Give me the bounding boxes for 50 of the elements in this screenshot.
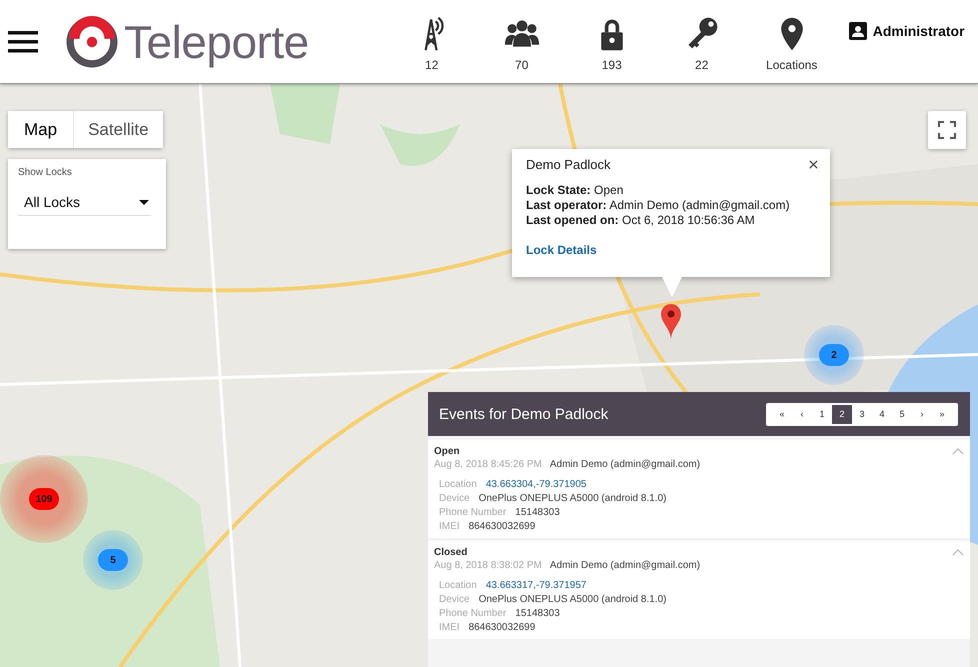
- locks-select[interactable]: All Locks: [18, 194, 151, 216]
- popup-detail: Last operator: Admin Demo (admin@gmail.com): [526, 198, 790, 212]
- field-value: OnePlus ONEPLUS A5000 (android 8.1.0): [478, 594, 666, 605]
- field-label: Location: [439, 580, 477, 591]
- stat-label: 22: [695, 58, 708, 72]
- event-title: Closed: [434, 547, 468, 558]
- map-type-tab[interactable]: Map: [8, 111, 74, 148]
- popup-detail: Last opened on: Oct 6, 2018 10:56:36 AM: [526, 213, 756, 227]
- popup-title: Demo Padlock: [526, 157, 611, 172]
- page-button[interactable]: 2: [832, 404, 852, 424]
- close-icon[interactable]: [809, 160, 818, 169]
- logo-icon: [66, 16, 118, 68]
- field-value: 15148303: [515, 608, 560, 619]
- brand-name: Teleporte: [124, 14, 309, 68]
- menu-icon[interactable]: [8, 30, 38, 52]
- fullscreen-icon: [938, 121, 956, 139]
- caret-icon: [139, 200, 149, 204]
- event-time: Aug 8, 2018 8:45:26 PM: [434, 459, 542, 470]
- filter-label: Show Locks: [18, 167, 73, 178]
- stat-label: 12: [425, 58, 438, 72]
- location-link[interactable]: 43.663317,-79.371957: [486, 580, 586, 591]
- stat-label: 193: [602, 58, 622, 72]
- field-label: Device: [439, 493, 470, 504]
- map-type-tab[interactable]: Satellite: [74, 111, 163, 148]
- cluster-marker[interactable]: 5: [83, 530, 143, 590]
- cluster-marker[interactable]: 109: [0, 455, 88, 543]
- lock-details-link[interactable]: Lock Details: [526, 243, 597, 257]
- field-label: Device: [439, 594, 470, 605]
- location-link[interactable]: 43.663304,-79.371905: [486, 479, 586, 490]
- popup-detail: Lock State: Open: [526, 183, 624, 197]
- event-time: Aug 8, 2018 8:38:02 PM: [434, 560, 542, 571]
- event-operator: Admin Demo (admin@gmail.com): [550, 560, 700, 571]
- field-label: Location: [439, 479, 477, 490]
- field-value: 15148303: [515, 507, 560, 518]
- field-value: 864630032699: [468, 521, 536, 532]
- stat-label: Locations: [766, 58, 818, 72]
- field-label: Phone Number: [439, 507, 506, 518]
- fullscreen-button[interactable]: [928, 111, 966, 149]
- stat-label: 70: [515, 58, 528, 72]
- field-label: IMEI: [439, 521, 460, 532]
- field-label: Phone Number: [439, 608, 506, 619]
- cluster-marker[interactable]: 2: [804, 325, 864, 385]
- account-icon: [848, 22, 867, 40]
- event-operator: Admin Demo (admin@gmail.com): [550, 459, 700, 470]
- event-title: Open: [434, 446, 460, 457]
- user-name[interactable]: Administrator: [872, 22, 965, 38]
- field-value: OnePlus ONEPLUS A5000 (android 8.1.0): [478, 493, 666, 504]
- events-title: Events for Demo Padlock: [439, 406, 608, 422]
- field-value: 864630032699: [468, 622, 536, 633]
- field-label: IMEI: [439, 622, 460, 633]
